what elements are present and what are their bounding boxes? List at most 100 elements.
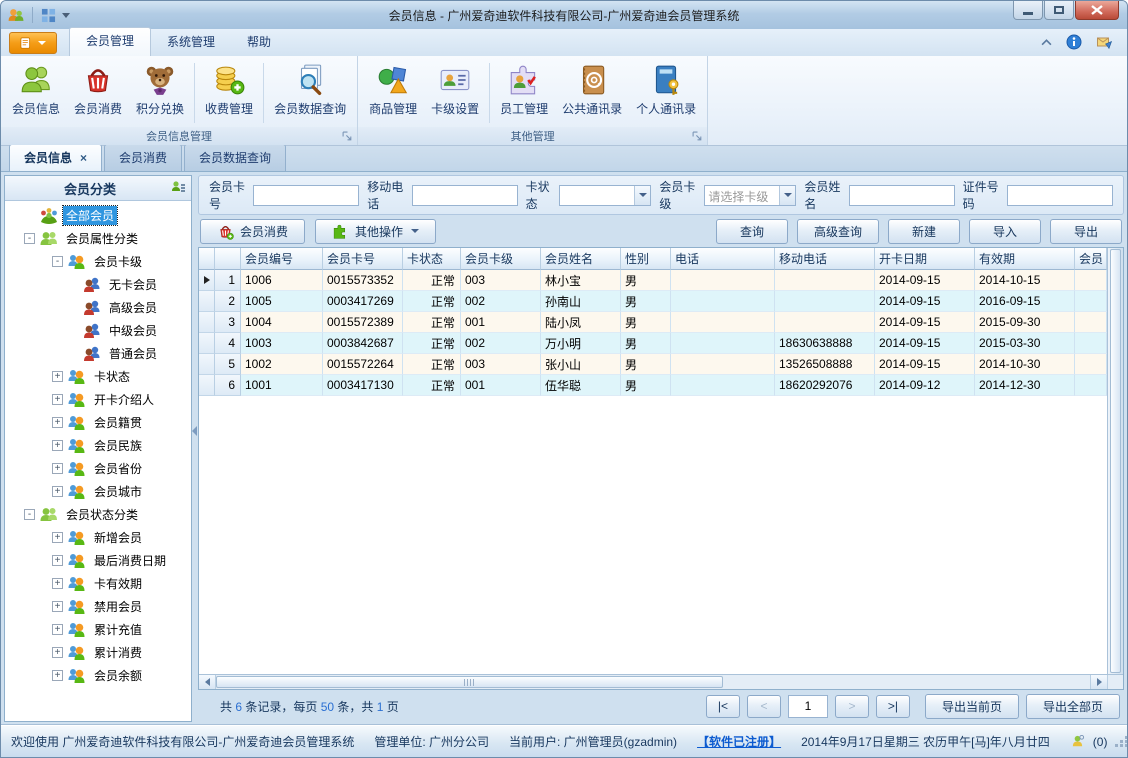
expand-icon[interactable]: + [52, 555, 63, 566]
table-row[interactable]: 6 1001 0003417130 正常 001 伍华聪 男 186202920… [199, 375, 1107, 396]
tree-item-disabled-members[interactable]: + 禁用会员 [5, 595, 191, 618]
last-page-button[interactable]: >| [875, 694, 910, 718]
expand-icon[interactable]: + [52, 601, 63, 612]
new-button[interactable]: 新建 [888, 218, 960, 244]
info-icon[interactable] [1066, 34, 1082, 50]
tree-item-referrer[interactable]: + 开卡介绍人 [5, 388, 191, 411]
member-name-input[interactable] [848, 184, 955, 206]
personal-addressbook-button[interactable]: 个人通讯录 [629, 59, 703, 127]
expand-icon[interactable]: + [52, 440, 63, 451]
column-header[interactable]: 性别 [621, 248, 671, 270]
public-addressbook-button[interactable]: 公共通讯录 [555, 59, 629, 127]
tree-item-ethnicity[interactable]: + 会员民族 [5, 434, 191, 457]
expand-icon[interactable]: + [52, 532, 63, 543]
horizontal-scrollbar[interactable] [199, 674, 1123, 689]
table-row[interactable]: 4 1003 0003842687 正常 002 万小明 男 186306388… [199, 333, 1107, 354]
other-operations-button[interactable]: 其他操作 [315, 218, 437, 244]
tree-item-card-validity[interactable]: + 卡有效期 [5, 572, 191, 595]
registered-link[interactable]: 【软件已注册】 [697, 733, 781, 750]
member-card-no-input[interactable] [253, 184, 360, 206]
scrollbar-thumb[interactable] [216, 676, 723, 688]
dialog-launcher-icon[interactable] [692, 131, 703, 142]
scroll-right-icon[interactable] [1090, 675, 1107, 689]
tree-item-middle[interactable]: 中级会员 [5, 319, 191, 342]
member-consume-button[interactable]: 会员消费 [67, 59, 129, 127]
member-consume-action-button[interactable]: 会员消费 [200, 218, 306, 244]
quick-access-grid-icon[interactable] [41, 8, 56, 23]
application-menu-button[interactable] [9, 32, 57, 54]
collapse-ribbon-icon[interactable] [1041, 38, 1052, 46]
tree-item-new-members[interactable]: + 新增会员 [5, 526, 191, 549]
minimize-button[interactable] [1013, 1, 1043, 20]
expand-icon[interactable]: + [52, 578, 63, 589]
scrollbar-thumb[interactable] [1110, 249, 1121, 673]
vertical-scrollbar[interactable] [1107, 248, 1123, 674]
expand-icon[interactable]: + [52, 417, 63, 428]
card-level-select[interactable]: 请选择卡级 [704, 184, 797, 206]
table-row[interactable]: 2 1005 0003417269 正常 002 孙南山 男 2014-09-1… [199, 291, 1107, 312]
member-data-query-button[interactable]: 会员数据查询 [267, 59, 353, 127]
export-button[interactable]: 导出 [1050, 218, 1122, 244]
ribbon-tab-help[interactable]: 帮助 [231, 28, 287, 56]
tree-item-status-category[interactable]: - 会员状态分类 [5, 503, 191, 526]
column-header[interactable]: 开卡日期 [875, 248, 975, 270]
column-header[interactable]: 会员卡号 [323, 248, 403, 270]
online-users-icon[interactable] [1070, 734, 1085, 749]
page-number-input[interactable] [787, 694, 828, 718]
tree-item-card-level[interactable]: - 会员卡级 [5, 250, 191, 273]
export-current-page-button[interactable]: 导出当前页 [924, 693, 1019, 719]
expand-icon[interactable]: + [52, 394, 63, 405]
advanced-query-button[interactable]: 高级查询 [796, 218, 879, 244]
column-header[interactable]: 电话 [671, 248, 775, 270]
ribbon-tab-member[interactable]: 会员管理 [69, 27, 152, 56]
tree-item-total-consume[interactable]: + 累计消费 [5, 641, 191, 664]
column-header[interactable]: 会员编号 [241, 248, 323, 270]
chevron-down-icon[interactable] [634, 185, 651, 205]
next-page-button[interactable]: > [834, 694, 869, 718]
collapse-icon[interactable]: - [24, 233, 35, 244]
column-header[interactable]: 会员 [1075, 248, 1107, 270]
goods-management-button[interactable]: 商品管理 [362, 59, 424, 127]
tree-item-attribute-category[interactable]: - 会员属性分类 [5, 227, 191, 250]
collapse-icon[interactable]: - [24, 509, 35, 520]
tree-item-no-card[interactable]: 无卡会员 [5, 273, 191, 296]
card-status-select[interactable] [559, 184, 652, 206]
export-all-pages-button[interactable]: 导出全部页 [1025, 693, 1120, 719]
prev-page-button[interactable]: < [746, 694, 781, 718]
member-list-icon[interactable] [170, 180, 186, 196]
tree-item-all-members[interactable]: 全部会员 [5, 204, 191, 227]
expand-icon[interactable]: + [52, 647, 63, 658]
dialog-launcher-icon[interactable] [342, 131, 353, 142]
expand-icon[interactable]: + [52, 463, 63, 474]
quick-access-dropdown-icon[interactable] [62, 12, 70, 18]
tree-item-last-consume-date[interactable]: + 最后消费日期 [5, 549, 191, 572]
fee-management-button[interactable]: 收费管理 [198, 59, 260, 127]
first-page-button[interactable]: |< [705, 694, 740, 718]
table-row[interactable]: 3 1004 0015572389 正常 001 陆小凤 男 2014-09-1… [199, 312, 1107, 333]
staff-management-button[interactable]: 员工管理 [493, 59, 555, 127]
query-button[interactable]: 查询 [715, 218, 788, 244]
expand-icon[interactable]: + [52, 670, 63, 681]
doc-tab-member-info[interactable]: 会员信息 × [9, 144, 103, 171]
tree-item-normal[interactable]: 普通会员 [5, 342, 191, 365]
tree-item-card-status[interactable]: + 卡状态 [5, 365, 191, 388]
column-header[interactable]: 会员姓名 [541, 248, 621, 270]
column-header[interactable]: 移动电话 [775, 248, 875, 270]
chevron-down-icon[interactable] [779, 185, 796, 205]
close-tab-icon[interactable]: × [80, 152, 87, 164]
expand-icon[interactable]: + [52, 486, 63, 497]
table-row[interactable]: 1 1006 0015573352 正常 003 林小宝 男 2014-09-1… [199, 270, 1107, 291]
sidebar-collapse-icon[interactable] [192, 426, 197, 437]
table-row[interactable]: 5 1002 0015572264 正常 003 张小山 男 135265088… [199, 354, 1107, 375]
scroll-left-icon[interactable] [199, 675, 216, 689]
ribbon-tab-system[interactable]: 系统管理 [151, 28, 231, 56]
collapse-icon[interactable]: - [52, 256, 63, 267]
tree-item-city[interactable]: + 会员城市 [5, 480, 191, 503]
expand-icon[interactable]: + [52, 371, 63, 382]
member-info-button[interactable]: 会员信息 [5, 59, 67, 127]
tree-item-senior[interactable]: 高级会员 [5, 296, 191, 319]
tree-item-total-recharge[interactable]: + 累计充值 [5, 618, 191, 641]
close-button[interactable] [1075, 1, 1119, 20]
id-number-input[interactable] [1006, 184, 1113, 206]
import-button[interactable]: 导入 [969, 218, 1041, 244]
